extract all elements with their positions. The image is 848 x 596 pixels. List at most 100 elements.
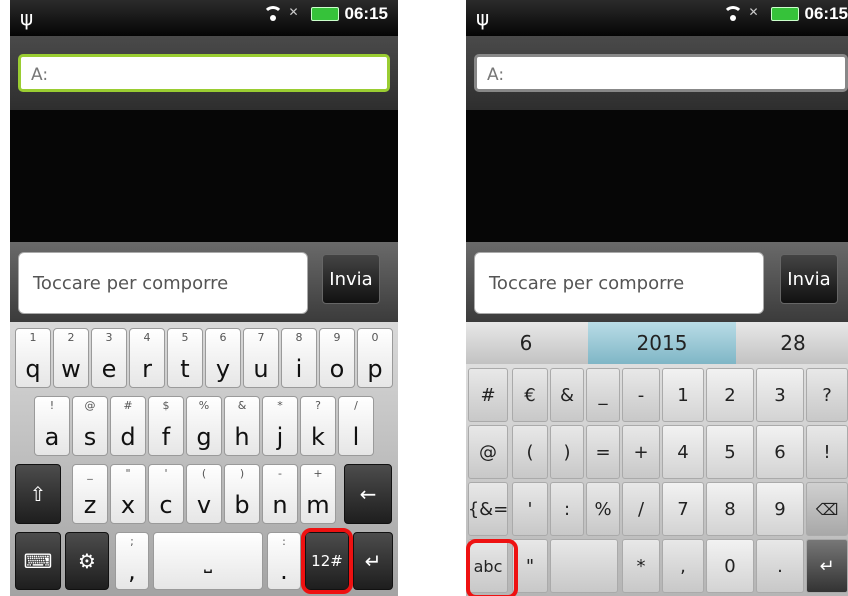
key-y[interactable]: 6y [205, 328, 241, 388]
key-digit-6[interactable]: 6 [756, 425, 804, 479]
compose-placeholder: Toccare per comporre [489, 273, 685, 294]
key-secondary: ; [130, 535, 134, 548]
key-secondary: ? [315, 399, 321, 412]
key-v[interactable]: (v [186, 464, 222, 524]
key-digit-9[interactable]: 9 [756, 482, 804, 536]
period-key[interactable]: :. [267, 532, 301, 590]
status-time: 06:15 [344, 4, 388, 23]
key-digit-2[interactable]: 2 [706, 368, 754, 422]
key-symbol[interactable]: + [622, 425, 660, 479]
key-symbol[interactable]: ) [550, 425, 584, 479]
key-primary: , [128, 557, 136, 585]
key-a[interactable]: ! a [34, 396, 70, 456]
key-digit-4[interactable]: 4 [662, 425, 704, 479]
key-g[interactable]: % g [186, 396, 222, 456]
key-symbol[interactable]: # [468, 368, 508, 422]
key-secondary: + [313, 467, 323, 480]
key-symbol[interactable]: % [586, 482, 620, 536]
key-symbol[interactable]: * [622, 539, 660, 593]
key-p[interactable]: 0p [357, 328, 393, 388]
key-symbol[interactable]: ( [512, 425, 548, 479]
keyboard-switch-key[interactable]: ⌨ [15, 532, 61, 590]
date-picker-bar: 6 2015 28 [466, 322, 848, 364]
alpha-keyboard: 1 q 2 w 3 e 4 r 5 t 6 y 7 u 8 i 9 o 0 p! a @ s # d $ f% g & h * j? k / l ⇧ _… [10, 322, 398, 596]
key-j[interactable]: * j [262, 396, 298, 456]
key-m[interactable]: + m [300, 464, 336, 524]
key-primary: k [311, 423, 325, 451]
recipient-field[interactable]: A: [18, 54, 390, 92]
shift-icon: ⇧ [29, 482, 47, 506]
key-digit-0[interactable]: 0 [706, 539, 754, 593]
key-d[interactable]: # d [110, 396, 146, 456]
backspace-key[interactable]: ← [344, 464, 392, 524]
key-q[interactable]: 1q [15, 328, 51, 388]
date-year[interactable]: 2015 [588, 322, 736, 364]
key-symbol[interactable]: ! [806, 425, 848, 479]
key-digit-1[interactable]: 1 [662, 368, 704, 422]
key-primary: h [234, 423, 250, 451]
key-symbol[interactable]: ? [806, 368, 848, 422]
compose-bar: Toccare per comporre Invia [466, 242, 848, 322]
key-s[interactable]: @ s [72, 396, 108, 456]
key-symbol[interactable]: . [756, 539, 804, 593]
key-b[interactable]: ) b [224, 464, 260, 524]
key-primary: t [180, 355, 190, 383]
key-x[interactable]: " x [110, 464, 146, 524]
settings-key[interactable]: ⚙ [65, 532, 109, 590]
key-symbol[interactable]: € [512, 368, 548, 422]
comma-key[interactable]: ;, [115, 532, 149, 590]
key-symbol[interactable]: : [550, 482, 584, 536]
gear-icon: ⚙ [78, 549, 96, 573]
space-key[interactable]: ⎵ [153, 532, 263, 590]
key-c[interactable]: ' c [148, 464, 184, 524]
delete-key[interactable]: ⌫ [806, 482, 848, 536]
key-primary: x [120, 491, 136, 519]
key-symbol[interactable]: , [662, 539, 704, 593]
date-day[interactable]: 6 [466, 322, 586, 364]
key-symbol[interactable]: _ [586, 368, 620, 422]
send-button[interactable]: Invia [322, 254, 380, 304]
shift-key[interactable]: ⇧ [15, 464, 61, 524]
key-symbol[interactable]: = [586, 425, 620, 479]
send-button[interactable]: Invia [780, 254, 838, 304]
enter-key[interactable]: ↵ [806, 539, 848, 593]
key-primary: v [196, 491, 212, 519]
key-digit-8[interactable]: 8 [706, 482, 754, 536]
status-time: 06:15 [804, 4, 848, 23]
key-h[interactable]: & h [224, 396, 260, 456]
key-i[interactable]: 8i [281, 328, 317, 388]
key-symbol[interactable]: ' [512, 482, 548, 536]
enter-key[interactable]: ↵ [353, 532, 393, 590]
key-symbol[interactable]: @ [468, 425, 508, 479]
key-f[interactable]: $ f [148, 396, 184, 456]
wifi-icon [262, 6, 283, 22]
key-digit-5[interactable]: 5 [706, 425, 754, 479]
key-n[interactable]: -n [262, 464, 298, 524]
compose-input[interactable]: Toccare per comporre [474, 252, 764, 314]
date-month-day[interactable]: 28 [738, 322, 848, 364]
key-z[interactable]: _ z [72, 464, 108, 524]
key-symbol[interactable]: - [622, 368, 660, 422]
numeric-keyboard: # € & _ -1 2 3? @() = +4 5 6! {&= ':%/7 8 9 ⌫ abc " *, 0. ↵ [466, 364, 848, 596]
key-l[interactable]: / l [338, 396, 374, 456]
key-digit-7[interactable]: 7 [662, 482, 704, 536]
key-primary: u [253, 355, 269, 383]
key-secondary: 6 [219, 331, 227, 344]
key-symbol[interactable]: {&= [468, 482, 508, 536]
key-digit-3[interactable]: 3 [756, 368, 804, 422]
key-k[interactable]: ? k [300, 396, 336, 456]
space-key[interactable] [550, 539, 618, 593]
compose-input[interactable]: Toccare per comporre [18, 252, 308, 314]
key-r[interactable]: 4r [129, 328, 165, 388]
key-t[interactable]: 5t [167, 328, 203, 388]
key-e[interactable]: 3e [91, 328, 127, 388]
key-w[interactable]: 2w [53, 328, 89, 388]
key-o[interactable]: 9o [319, 328, 355, 388]
key-u[interactable]: 7u [243, 328, 279, 388]
key-secondary: / [354, 399, 358, 412]
usb-icon: ψ [476, 6, 490, 30]
key-symbol[interactable]: / [622, 482, 660, 536]
recipient-field[interactable]: A: [474, 54, 848, 92]
key-symbol[interactable]: & [550, 368, 584, 422]
key-secondary: 4 [143, 331, 151, 344]
